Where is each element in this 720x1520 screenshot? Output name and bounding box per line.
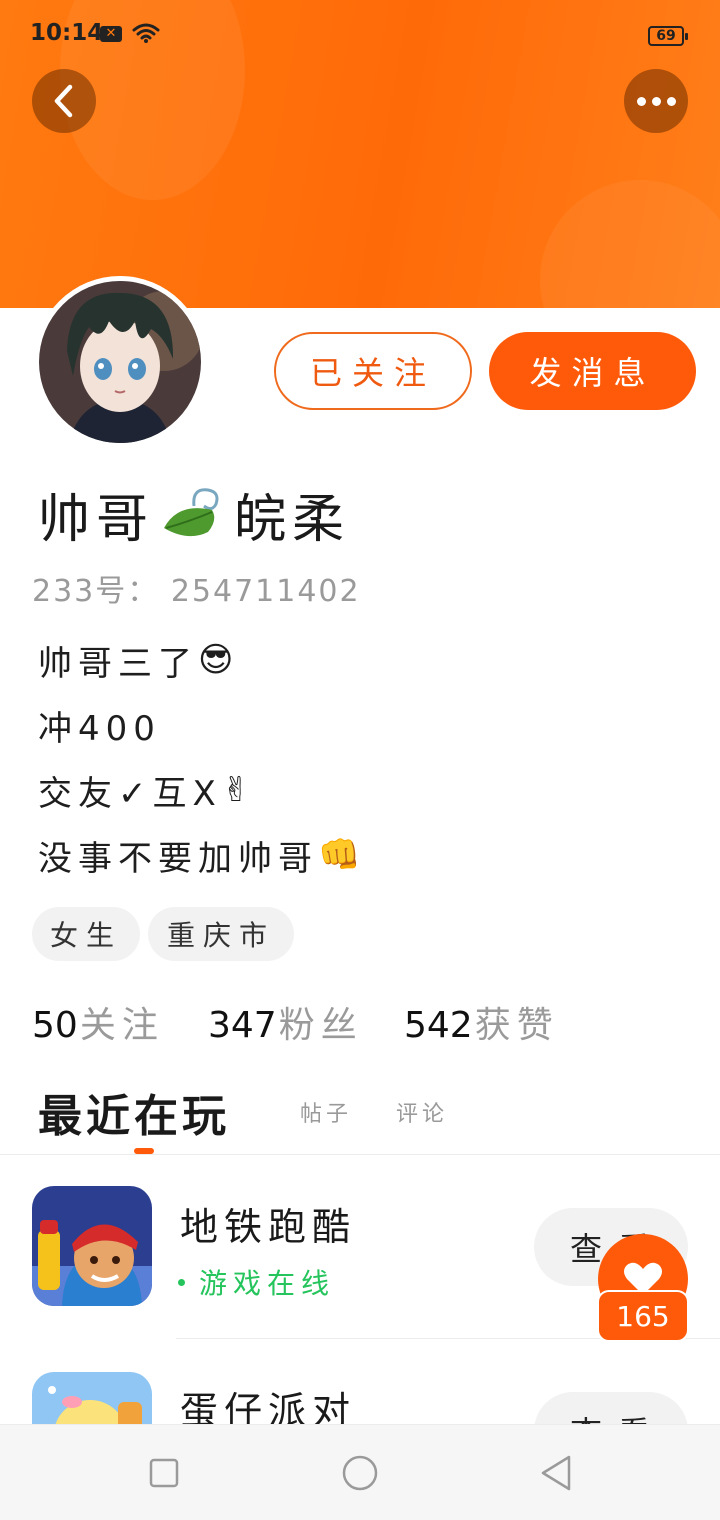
online-dot-icon	[178, 1278, 185, 1286]
triangle-back-icon[interactable]	[536, 1453, 576, 1493]
tab-posts[interactable]: 帖子	[300, 1096, 352, 1128]
stat-value: 347	[208, 1005, 277, 1046]
banner-decoration	[540, 180, 720, 308]
stat-followers[interactable]: 347 粉丝	[208, 996, 363, 1048]
username: 帅哥 皖柔	[38, 478, 350, 550]
sunglasses-emoji-icon: 😎	[198, 640, 240, 680]
stat-label: 获赞	[474, 1005, 559, 1046]
system-nav-bar	[0, 1424, 720, 1520]
user-id-label: 233号：	[32, 574, 160, 609]
status-bar: 10:14 ✕ 69	[0, 18, 720, 54]
like-count-badge[interactable]: 165	[597, 1290, 689, 1342]
chevron-left-icon	[54, 84, 73, 118]
game-icon-subway[interactable]	[32, 1186, 152, 1306]
stat-label: 关注	[79, 1005, 164, 1046]
stat-value: 50	[32, 1005, 78, 1046]
bio-text: 交友✓互X	[38, 773, 222, 814]
victory-hand-emoji-icon: ✌	[221, 770, 257, 810]
battery-icon: 69	[648, 26, 688, 46]
notification-icon: ✕	[100, 26, 122, 42]
followed-button[interactable]: 已关注	[274, 332, 472, 410]
fist-emoji-icon: 👊	[318, 835, 367, 875]
user-id-value: 254711402	[170, 574, 361, 609]
wifi-icon	[132, 22, 160, 48]
divider	[0, 1154, 720, 1155]
more-dots-icon	[636, 96, 676, 106]
back-button[interactable]	[32, 69, 96, 133]
send-message-button[interactable]: 发消息	[489, 332, 696, 410]
user-id: 233号： 254711402	[32, 566, 361, 610]
bio-line: 没事不要加帅哥 👊	[38, 827, 366, 883]
leaf-icon	[158, 484, 230, 544]
profile-header-banner: 10:14 ✕ 69	[0, 0, 720, 308]
gender-tag: 女生	[32, 907, 140, 961]
circle-icon[interactable]	[340, 1453, 380, 1493]
stat-label: 粉丝	[278, 1005, 363, 1046]
username-part2: 皖柔	[234, 489, 351, 550]
location-tag: 重庆市	[148, 907, 294, 961]
more-button[interactable]	[624, 69, 688, 133]
bio-line: 交友✓互X ✌	[38, 762, 256, 818]
game-status-text: 游戏在线	[199, 1267, 336, 1300]
bio-text: 帅哥三了	[38, 643, 198, 684]
game-online-status: 游戏在线	[178, 1262, 335, 1302]
stat-following[interactable]: 50 关注	[32, 996, 164, 1048]
avatar[interactable]	[34, 276, 206, 448]
tab-comments[interactable]: 评论	[396, 1096, 448, 1128]
bio-line: 冲400	[38, 697, 161, 753]
status-time: 10:14	[30, 20, 104, 46]
square-icon[interactable]	[144, 1453, 184, 1493]
bio-line: 帅哥三了 😎	[38, 632, 239, 688]
bio-text: 没事不要加帅哥	[38, 838, 318, 879]
stat-likes[interactable]: 542 获赞	[404, 996, 559, 1048]
tab-recent-games[interactable]: 最近在玩	[38, 1080, 230, 1144]
stat-value: 542	[404, 1005, 473, 1046]
game-name[interactable]: 地铁跑酷	[180, 1196, 356, 1251]
username-part1: 帅哥	[38, 489, 155, 550]
bio-text: 冲400	[38, 708, 161, 749]
